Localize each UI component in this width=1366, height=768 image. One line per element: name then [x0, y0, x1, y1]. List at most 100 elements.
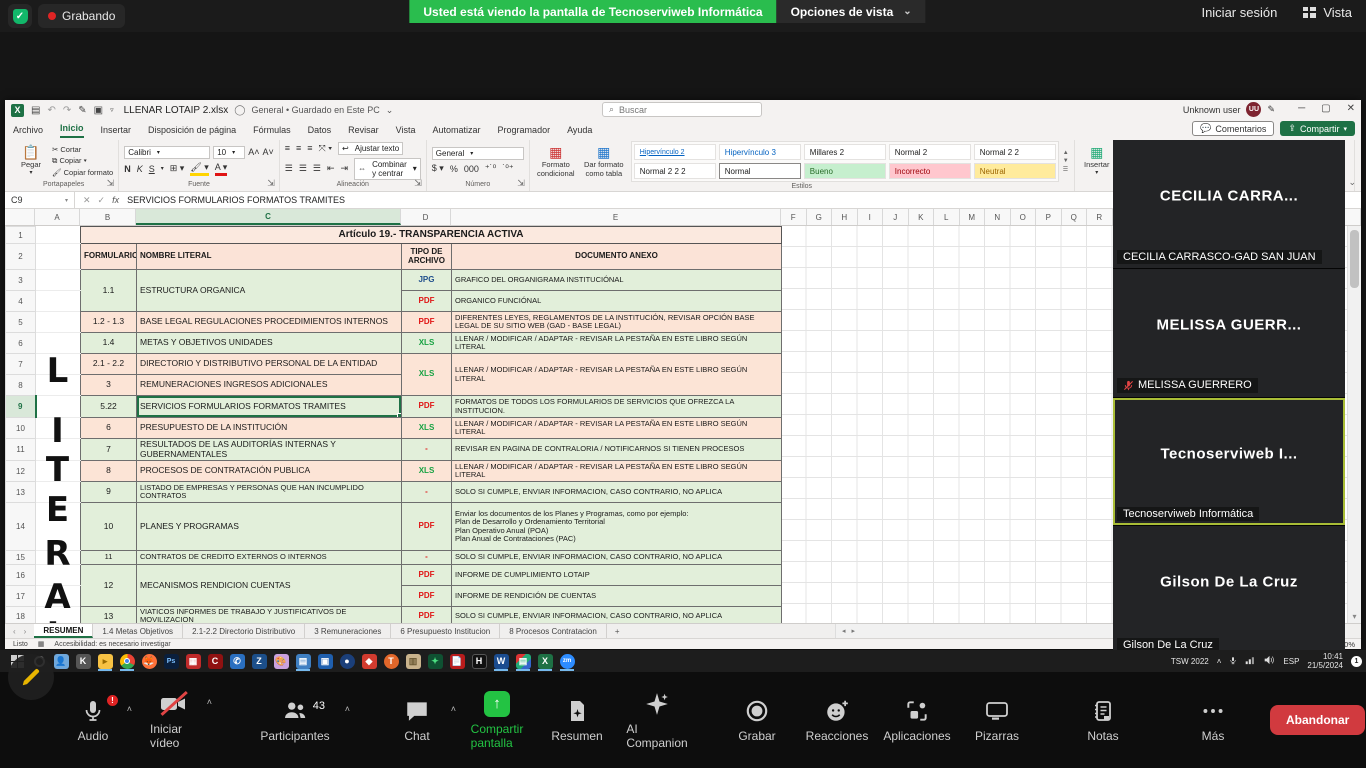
reactions-button[interactable]: Reacciones	[814, 698, 860, 743]
cell-nombre[interactable]: REMUNERACIONES INGRESOS ADICIONALES	[137, 375, 402, 396]
style-chip[interactable]: Hipervínculo 2	[634, 144, 716, 160]
cell-nombre[interactable]: VIATICOS INFORMES DE TRABAJO Y JUSTIFICA…	[137, 607, 402, 623]
cell-formulario[interactable]: 1.1	[81, 270, 137, 312]
row-header[interactable]: 18	[6, 607, 36, 623]
cell-nombre[interactable]: PROCESOS DE CONTRATACIÓN PUBLICA	[137, 461, 402, 482]
dialog-launcher-icon[interactable]: ⇲	[107, 178, 115, 189]
dialog-launcher-icon[interactable]: ⇲	[267, 178, 275, 189]
scrollbar-thumb[interactable]	[1350, 230, 1359, 288]
orientation-button[interactable]: ⤧ ▾	[319, 143, 332, 154]
cell-formulario[interactable]: 8	[81, 461, 137, 482]
view-layout-button[interactable]: Vista	[1303, 5, 1352, 20]
network-icon[interactable]	[1245, 655, 1256, 667]
currency-button[interactable]: $ ▾	[432, 163, 444, 174]
col-header[interactable]: J	[883, 209, 909, 225]
align-left-button[interactable]: ☰	[285, 163, 293, 174]
increase-indent-button[interactable]: ⇥	[341, 163, 349, 174]
cut-button[interactable]: ✂ Cortar	[52, 145, 113, 154]
cell-tipo[interactable]: PDF	[402, 291, 452, 312]
scroll-down-icon[interactable]: ▾	[1348, 612, 1361, 621]
row-header[interactable]: 1	[6, 227, 36, 244]
cell-anexo[interactable]: DIFERENTES LEYES, REGLAMENTOS DE LA INST…	[452, 312, 782, 333]
cell-anexo[interactable]: SOLO SI CUMPLE, ENVIAR INFORMACION, CASO…	[452, 607, 782, 623]
photos-app-icon[interactable]: ▣	[314, 651, 336, 671]
tab-insertar[interactable]: Insertar	[101, 125, 132, 138]
sheet-tab-directorio[interactable]: 2.1-2.2 Directorio Distributivo	[183, 624, 305, 638]
chevron-up-icon[interactable]: ˄	[127, 704, 132, 714]
gallery-up-icon[interactable]: ▲	[1063, 150, 1069, 156]
col-header[interactable]: A	[35, 209, 80, 225]
cell-tipo[interactable]: PDF	[402, 503, 452, 551]
col-header[interactable]: N	[985, 209, 1011, 225]
new-sheet-button[interactable]: +	[607, 624, 628, 638]
cell-formulario[interactable]: 9	[81, 482, 137, 503]
row-header[interactable]: 13	[6, 482, 36, 503]
align-bottom-button[interactable]: ≡	[307, 143, 312, 153]
chevron-up-icon[interactable]: ˄	[345, 704, 350, 714]
spark-app-icon[interactable]: ✦	[424, 651, 446, 671]
excel-search-box[interactable]: ⌕ Buscar	[602, 102, 762, 117]
gallery-more-icon[interactable]: ☰	[1063, 166, 1069, 173]
leave-button[interactable]: Abandonar	[1270, 705, 1365, 735]
cell-formulario[interactable]: 11	[81, 551, 137, 565]
borders-button[interactable]: ⊞ ▾	[170, 163, 185, 174]
tabs-scroll-right-icon[interactable]: ›	[24, 627, 27, 636]
more-button[interactable]: Más	[1190, 698, 1236, 743]
row-header[interactable]: 7	[6, 354, 36, 375]
shrink-font-button[interactable]: A˅	[262, 146, 273, 159]
col-header[interactable]: Q	[1062, 209, 1088, 225]
italic-button[interactable]: K	[137, 164, 143, 174]
ink-pen-icon[interactable]: ✎	[1267, 104, 1275, 115]
people-app-icon[interactable]: K	[72, 651, 94, 671]
excel-taskbar-icon[interactable]: X	[534, 651, 556, 671]
row-header[interactable]: 16	[6, 565, 36, 586]
col-header[interactable]: E	[451, 209, 781, 225]
cell-anexo[interactable]: SOLO SI CUMPLE, ENVIAR INFORMACION, CASO…	[452, 482, 782, 503]
save-icon[interactable]: ▤	[31, 105, 40, 116]
avatar[interactable]: UU	[1246, 102, 1261, 117]
c-app-icon[interactable]: C	[204, 651, 226, 671]
copy-button[interactable]: ⧉ Copiar ▾	[52, 156, 113, 166]
cell-formulario[interactable]: 7	[81, 439, 137, 461]
sheet-tab-resumen[interactable]: RESUMEN	[34, 624, 93, 638]
summary-button[interactable]: Resumen	[554, 698, 600, 743]
cell-tipo[interactable]: PDF	[402, 312, 452, 333]
header-cell[interactable]: FORMULARIO	[81, 244, 137, 270]
cell-anexo[interactable]: LLENAR / MODIFICAR / ADAPTAR - REVISAR L…	[452, 461, 782, 482]
row-header[interactable]: 4	[6, 291, 36, 312]
cell-tipo[interactable]: XLS	[402, 461, 452, 482]
language-indicator[interactable]: ESP	[1283, 657, 1299, 666]
col-header[interactable]: O	[1011, 209, 1037, 225]
number-format-select[interactable]: General▾	[432, 147, 524, 160]
cancel-icon[interactable]: ✕	[83, 195, 91, 206]
file-explorer-icon[interactable]: ▸	[94, 651, 116, 671]
tab-datos[interactable]: Datos	[308, 125, 332, 138]
cell-tipo[interactable]: XLS	[402, 354, 452, 396]
box-app-icon[interactable]: ▥	[402, 651, 424, 671]
row-header[interactable]: 14	[6, 503, 36, 551]
photoshop-icon[interactable]: Ps	[160, 651, 182, 671]
t-orange-app-icon[interactable]: T	[380, 651, 402, 671]
firefox-icon[interactable]: 🦊	[138, 651, 160, 671]
cell-nombre[interactable]: MECANISMOS RENDICION CUENTAS	[137, 565, 402, 607]
col-header[interactable]: P	[1036, 209, 1062, 225]
wrap-text-button[interactable]: ↩ Ajustar texto	[338, 142, 403, 155]
col-header[interactable]: G	[807, 209, 833, 225]
record-button[interactable]: Grabar	[734, 698, 780, 743]
audio-button[interactable]: ! ˄ Audio	[70, 698, 116, 743]
clipboard-icon[interactable]: ▣	[94, 105, 103, 116]
formula-content[interactable]: SERVICIOS FORMULARIOS FORMATOS TRAMITES	[127, 195, 345, 205]
redo-icon[interactable]: ↷	[63, 105, 71, 116]
notification-badge[interactable]: 1	[1351, 656, 1362, 667]
tray-mic-icon[interactable]	[1229, 655, 1237, 668]
minimize-button[interactable]: ─	[1298, 103, 1305, 114]
tray-expand-icon[interactable]: ˄	[1217, 657, 1222, 666]
underline-button[interactable]: S	[149, 164, 155, 174]
cell-formulario[interactable]: 6	[81, 418, 137, 439]
whiteboards-button[interactable]: Pizarras	[974, 698, 1020, 743]
row-header[interactable]: 15	[6, 551, 36, 565]
cell-nombre[interactable]: BASE LEGAL REGULACIONES PROCEDIMIENTOS I…	[137, 312, 402, 333]
row-header[interactable]: 2	[6, 244, 36, 270]
bold-button[interactable]: N	[124, 164, 131, 174]
cell-tipo[interactable]: XLS	[402, 333, 452, 354]
